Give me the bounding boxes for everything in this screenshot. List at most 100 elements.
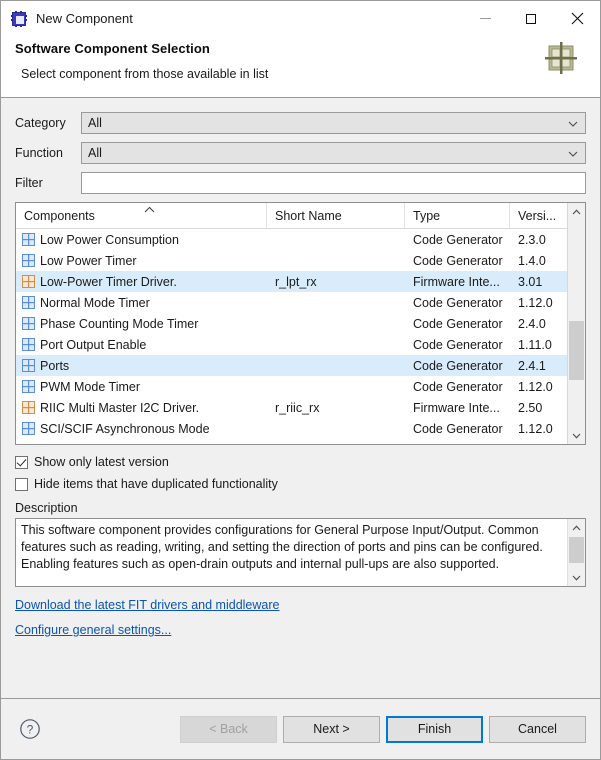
component-name: Low-Power Timer Driver. bbox=[40, 274, 177, 289]
show-latest-version-label: Show only latest version bbox=[34, 455, 169, 469]
table-row[interactable]: Ports Code Generator 2.4.1 bbox=[16, 355, 567, 376]
configure-settings-link[interactable]: Configure general settings... bbox=[15, 623, 171, 637]
show-latest-version-checkbox[interactable] bbox=[15, 455, 28, 469]
question-mark-icon[interactable]: ? bbox=[19, 718, 41, 740]
cell-version: 3.01 bbox=[510, 271, 559, 292]
components-table: Components Short Name Type Versi... Low … bbox=[15, 202, 586, 445]
cell-version: 1.12.0 bbox=[510, 376, 559, 397]
hide-duplicated-label: Hide items that have duplicated function… bbox=[34, 477, 278, 491]
cell-short-name: r_lpt_rx bbox=[267, 271, 405, 292]
cancel-button[interactable]: Cancel bbox=[489, 715, 586, 743]
scrollbar-thumb[interactable] bbox=[569, 537, 584, 563]
cell-short-name bbox=[267, 313, 405, 334]
function-select[interactable]: All bbox=[81, 142, 586, 164]
cell-components: Low Power Timer bbox=[16, 250, 267, 271]
table-row[interactable]: PWM Mode Timer Code Generator 1.12.0 bbox=[16, 376, 567, 397]
type-text: Code Generator bbox=[413, 253, 503, 268]
cell-version: 1.12.0 bbox=[510, 418, 559, 439]
cell-components: Low Power Consumption bbox=[16, 229, 267, 250]
grid-icon-blue bbox=[22, 359, 35, 372]
back-button[interactable]: < Back bbox=[180, 715, 277, 743]
table-row[interactable]: Port Output Enable Code Generator 1.11.0 bbox=[16, 334, 567, 355]
cell-version: 2.50 bbox=[510, 397, 559, 418]
table-scrollbar[interactable] bbox=[567, 203, 585, 444]
grid-icon-orange bbox=[22, 401, 35, 414]
filter-input[interactable] bbox=[81, 172, 586, 194]
column-header-components[interactable]: Components bbox=[16, 203, 267, 228]
type-text: Code Generator bbox=[413, 379, 503, 394]
sort-ascending-icon bbox=[144, 203, 155, 216]
close-icon[interactable] bbox=[554, 1, 600, 36]
column-label: Short Name bbox=[275, 208, 342, 223]
chip-icon bbox=[11, 10, 27, 27]
cell-short-name: r_riic_rx bbox=[267, 397, 405, 418]
table-row[interactable]: Low-Power Timer Driver. r_lpt_rx Firmware … bbox=[16, 271, 567, 292]
chevron-down-icon bbox=[568, 146, 578, 160]
grid-icon-blue bbox=[22, 338, 35, 351]
cell-short-name bbox=[267, 250, 405, 271]
download-fit-link[interactable]: Download the latest FIT drivers and midd… bbox=[15, 598, 279, 612]
function-value: All bbox=[88, 146, 102, 160]
table-main: Components Short Name Type Versi... Low … bbox=[16, 203, 567, 444]
column-label: Type bbox=[413, 208, 441, 223]
grid-icon-blue bbox=[22, 317, 35, 330]
next-button[interactable]: Next > bbox=[283, 715, 380, 743]
component-name: Low Power Consumption bbox=[40, 232, 179, 247]
hide-duplicated-checkbox[interactable] bbox=[15, 477, 28, 491]
download-fit-link-row: Download the latest FIT drivers and midd… bbox=[15, 598, 586, 612]
version-text: 1.12.0 bbox=[518, 295, 553, 310]
component-name: Low Power Timer bbox=[40, 253, 137, 268]
table-body: Low Power Consumption Code Generator 2.3.0… bbox=[16, 229, 567, 444]
version-text: 1.12.0 bbox=[518, 421, 553, 436]
hide-duplicated-row[interactable]: Hide items that have duplicated function… bbox=[15, 476, 586, 492]
table-row[interactable]: RIIC Multi Master I2C Driver. r_riic_rx Fi… bbox=[16, 397, 567, 418]
version-text: 2.3.0 bbox=[518, 232, 546, 247]
description-scrollbar[interactable] bbox=[567, 519, 585, 586]
scroll-up-icon[interactable] bbox=[568, 203, 585, 220]
type-text: Code Generator bbox=[413, 337, 503, 352]
component-name: SCI/SCIF Asynchronous Mode bbox=[40, 421, 210, 436]
cell-components: Low-Power Timer Driver. bbox=[16, 271, 267, 292]
column-header-short-name[interactable]: Short Name bbox=[267, 203, 405, 228]
filter-row: Filter bbox=[15, 172, 586, 194]
cell-components: SCI/SCIF Asynchronous Mode bbox=[16, 418, 267, 439]
component-name: Phase Counting Mode Timer bbox=[40, 316, 199, 331]
column-label: Components bbox=[24, 208, 95, 223]
column-header-version[interactable]: Versi... bbox=[510, 203, 559, 228]
table-row[interactable]: Normal Mode Timer Code Generator 1.12.0 bbox=[16, 292, 567, 313]
cell-components: Ports bbox=[16, 355, 267, 376]
cell-components: PWM Mode Timer bbox=[16, 376, 267, 397]
table-row[interactable]: Low Power Timer Code Generator 1.4.0 bbox=[16, 250, 567, 271]
maximize-button[interactable] bbox=[508, 1, 554, 36]
show-latest-version-row[interactable]: Show only latest version bbox=[15, 454, 586, 470]
cell-version: 2.4.0 bbox=[510, 313, 559, 334]
category-select[interactable]: All bbox=[81, 112, 586, 134]
type-text: Code Generator bbox=[413, 358, 503, 373]
finish-button[interactable]: Finish bbox=[386, 715, 483, 743]
cell-version: 2.4.1 bbox=[510, 355, 559, 376]
category-label: Category bbox=[15, 116, 66, 130]
filter-label: Filter bbox=[15, 176, 43, 190]
table-row[interactable]: Low Power Consumption Code Generator 2.3.0 bbox=[16, 229, 567, 250]
minimize-button[interactable] bbox=[462, 1, 508, 36]
cell-short-name bbox=[267, 334, 405, 355]
category-row: Category All bbox=[15, 112, 586, 134]
scrollbar-thumb[interactable] bbox=[569, 321, 584, 380]
cell-type: Code Generator bbox=[405, 355, 510, 376]
grid-icon-orange bbox=[22, 275, 35, 288]
cell-version: 1.11.0 bbox=[510, 334, 559, 355]
type-text: Code Generator bbox=[413, 316, 503, 331]
scroll-down-icon[interactable] bbox=[568, 427, 585, 444]
description-text: This software component provides configu… bbox=[21, 523, 543, 571]
scroll-up-icon[interactable] bbox=[568, 519, 585, 536]
column-header-type[interactable]: Type bbox=[405, 203, 510, 228]
scroll-down-icon[interactable] bbox=[568, 569, 585, 586]
grid-icon-blue bbox=[22, 380, 35, 393]
table-row[interactable]: SCI/SCIF Asynchronous Mode Code Generator… bbox=[16, 418, 567, 439]
svg-text:?: ? bbox=[27, 723, 34, 737]
cell-short-name bbox=[267, 292, 405, 313]
table-row[interactable]: Phase Counting Mode Timer Code Generator 2… bbox=[16, 313, 567, 334]
cell-version: 2.3.0 bbox=[510, 229, 559, 250]
short-name-text: r_riic_rx bbox=[275, 400, 320, 415]
dialog-header: Software Component Selection Select comp… bbox=[1, 36, 600, 98]
